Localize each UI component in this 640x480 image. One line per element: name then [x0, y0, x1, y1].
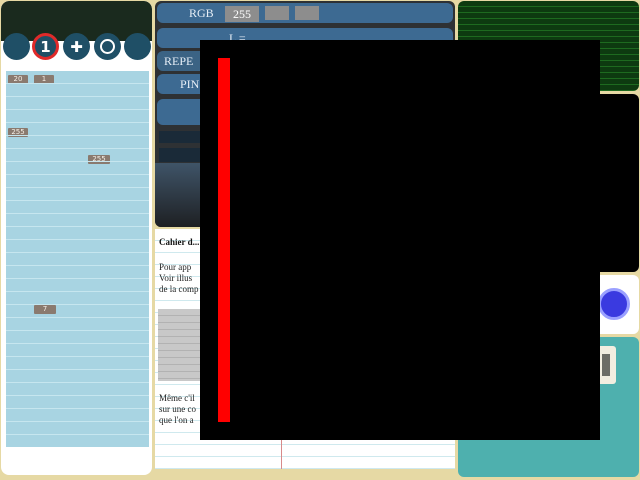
blue-knob-icon[interactable]	[598, 288, 630, 320]
grid-row-line	[6, 239, 149, 240]
grid-row-line	[6, 434, 149, 435]
grid-row-line	[6, 291, 149, 292]
tool-button-5[interactable]	[124, 33, 151, 60]
tool-button-1[interactable]	[3, 33, 30, 60]
grid-row-line	[6, 304, 149, 305]
grid-row-line	[6, 226, 149, 227]
color-grid[interactable]: 20 1 255 255 7	[6, 71, 149, 447]
grid-row-line	[6, 395, 149, 396]
grid-row-line	[6, 83, 149, 84]
tool-button-ring[interactable]	[94, 33, 121, 60]
overlay-canvas[interactable]	[200, 40, 600, 440]
document-line: que l'on a	[159, 415, 194, 425]
rgb-field-g[interactable]	[265, 6, 289, 20]
grid-row-line	[6, 330, 149, 331]
tool-button-add[interactable]: ✚	[63, 33, 90, 60]
document-table	[158, 309, 206, 381]
red-bar	[218, 58, 230, 422]
grid-row-line	[6, 161, 149, 162]
tool-toolbar: 1 ✚	[3, 33, 152, 63]
grid-row-line	[6, 265, 149, 266]
grid-row-line	[6, 135, 149, 136]
grid-row-line	[6, 356, 149, 357]
grid-row-line	[6, 278, 149, 279]
grid-row-line	[6, 369, 149, 370]
grid-row-line	[6, 200, 149, 201]
grid-row-line	[6, 122, 149, 123]
left-panel: 1 ✚ 20 1 255 255 7	[1, 1, 152, 475]
document-line: Même c'il	[159, 393, 195, 403]
rgb-value-field[interactable]: 255	[225, 6, 259, 22]
document-line: Voir illus	[159, 273, 193, 283]
rgb-bar: RGB 255	[157, 3, 453, 23]
grid-badge: 7	[34, 305, 56, 314]
grid-row-line	[6, 408, 149, 409]
grid-row-line	[6, 382, 149, 383]
rgb-label: RGB	[189, 6, 214, 20]
grid-badge: 255	[88, 155, 110, 164]
grid-row-line	[6, 343, 149, 344]
grid-row-line	[6, 187, 149, 188]
grid-row-line	[6, 174, 149, 175]
document-title: Cahier d...	[159, 237, 200, 247]
grid-row-line	[6, 148, 149, 149]
document-line: de la comp	[159, 284, 199, 294]
rgb-field-b[interactable]	[295, 6, 319, 20]
tool-button-number[interactable]: 1	[32, 33, 59, 60]
grid-row-line	[6, 213, 149, 214]
grid-row-line	[6, 96, 149, 97]
grid-row-line	[6, 252, 149, 253]
grid-row-line	[6, 109, 149, 110]
repeat-label: REPE	[164, 54, 194, 68]
grid-row-line	[6, 421, 149, 422]
document-line: sur une co	[159, 404, 196, 414]
pin-label: PIN	[180, 77, 200, 91]
document-line: Pour app	[159, 262, 192, 272]
grid-row-line	[6, 317, 149, 318]
